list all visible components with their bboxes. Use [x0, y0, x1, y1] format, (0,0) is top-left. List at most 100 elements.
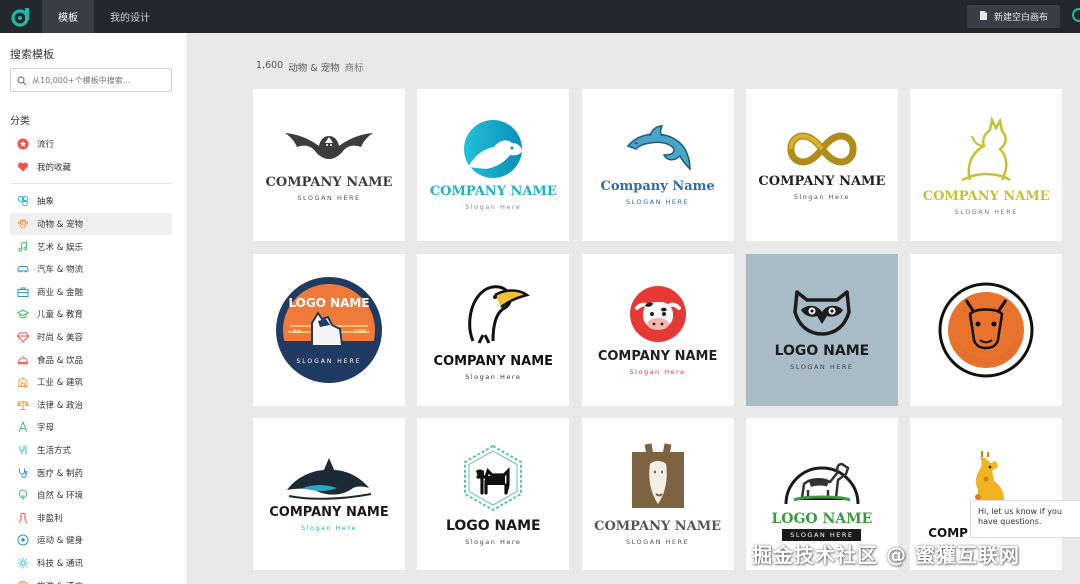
- stethoscope-icon: [16, 466, 29, 479]
- sidebar-item-sidebar-pinned-1[interactable]: 我的收藏: [10, 156, 172, 179]
- template-card[interactable]: COMPANY NAME SLOGAN HERE: [910, 89, 1063, 241]
- sidebar-item-label: 医疗 & 制药: [37, 468, 84, 479]
- scales-icon: [16, 398, 29, 411]
- card-slogan: Slogan Here: [465, 203, 522, 211]
- template-card[interactable]: COMPANY NAME SLOGAN HERE: [253, 89, 405, 241]
- sidebar-item-label: 时尚 & 美容: [37, 333, 84, 344]
- template-card[interactable]: COMPANY NAME: [910, 253, 1063, 406]
- sidebar-item-label: 儿童 & 教育: [37, 310, 84, 321]
- card-slogan: Slogan Here: [629, 367, 686, 376]
- sidebar-item-sidebar-categories-15[interactable]: 运动 & 健身: [10, 529, 172, 552]
- sidebar-item-label: 抽象: [37, 197, 55, 208]
- polar-bear-logo-art: [458, 119, 528, 179]
- template-card[interactable]: COMPANY NAME Slogan Here: [417, 89, 570, 241]
- template-card[interactable]: COMPANY NAME Slogan Here: [253, 418, 405, 570]
- template-card[interactable]: LOGO NAME SLOGAN HERE Est. 1990: [253, 253, 405, 406]
- lifestyle-icon: [16, 444, 29, 457]
- badge-est: Est.: [293, 329, 303, 335]
- sidebar-item-sidebar-categories-17[interactable]: 旅游 & 酒店: [10, 574, 172, 584]
- travel-icon: [16, 579, 29, 584]
- sidebar-item-sidebar-categories-14[interactable]: 非盈利: [10, 507, 172, 530]
- briefcase-icon: [16, 285, 29, 298]
- card-company-name: COMPANY NAME: [269, 505, 389, 520]
- bat-wolf-logo-art: [281, 128, 377, 170]
- tab-my-designs[interactable]: 我的设计: [94, 0, 166, 33]
- goat-logo-art: [780, 448, 864, 506]
- sidebar-item-sidebar-categories-1[interactable]: 动物 & 宠物: [10, 212, 172, 236]
- sidebar-item-sidebar-categories-7[interactable]: 食品 & 饮品: [10, 348, 172, 371]
- tree-icon: [16, 489, 29, 502]
- template-card[interactable]: LOGO NAME SLOGAN HERE: [745, 253, 898, 406]
- infinity-logo-art: [787, 129, 857, 169]
- sidebar-item-sidebar-categories-13[interactable]: 自然 & 环境: [10, 484, 172, 507]
- sidebar-item-sidebar-categories-0[interactable]: 抽象: [10, 190, 172, 213]
- card-company-name: COMPANY NAME: [597, 348, 718, 364]
- sidebar-item-sidebar-categories-3[interactable]: 汽车 & 物流: [10, 258, 172, 281]
- app-logo-icon[interactable]: [4, 0, 37, 33]
- card-company-name: COMPANY NAME: [758, 174, 886, 189]
- template-card[interactable]: COMPANY NAME Slogan Here: [581, 253, 734, 406]
- sidebar-item-sidebar-categories-4[interactable]: 商业 & 金融: [10, 281, 172, 304]
- card-slogan: Slogan Here: [465, 372, 522, 381]
- letter-a-icon: [16, 421, 29, 434]
- sidebar-divider: [10, 183, 172, 185]
- car-icon: [16, 263, 29, 276]
- card-company-name: COMPANY NAME: [922, 189, 1050, 204]
- card-company-name: LOGO NAME: [445, 517, 541, 534]
- sidebar-item-label: 旅游 & 酒店: [37, 580, 83, 584]
- sidebar-item-label: 自然 & 环境: [37, 491, 84, 502]
- graduation-cap-icon: [16, 308, 29, 321]
- card-slogan: SLOGAN HERE: [790, 363, 854, 371]
- sidebar-item-sidebar-categories-5[interactable]: 儿童 & 教育: [10, 303, 172, 326]
- template-card[interactable]: COMPANY NAME Slogan Here: [745, 89, 898, 241]
- tab-templates[interactable]: 模板: [42, 0, 94, 33]
- dolphin-logo-art: [622, 124, 694, 174]
- sidebar-item-sidebar-categories-8[interactable]: 工业 & 建筑: [10, 371, 172, 394]
- sidebar-item-sidebar-categories-12[interactable]: 医疗 & 制药: [10, 461, 172, 484]
- watermark: 掘金技术社区 @ 蜜獾互联网: [752, 543, 1020, 567]
- card-company-name: COMPANY NAME: [594, 519, 722, 534]
- card-company-name: COMPANY NAME: [433, 353, 554, 369]
- search-input[interactable]: [32, 75, 162, 85]
- template-card[interactable]: LOGO NAME Slogan Here: [417, 418, 570, 570]
- diamond-icon: [16, 331, 29, 344]
- result-subtype: 商标: [344, 63, 364, 74]
- sidebar-item-sidebar-categories-16[interactable]: 科技 & 通讯: [10, 552, 172, 575]
- card-company-name: LOGO NAME: [774, 343, 870, 359]
- cloche-icon: [16, 353, 29, 366]
- sidebar-item-label: 食品 & 饮品: [37, 355, 84, 366]
- sidebar-item-sidebar-categories-9[interactable]: 法律 & 政治: [10, 394, 172, 417]
- sidebar-item-sidebar-categories-11[interactable]: 生活方式: [10, 439, 172, 462]
- search-box[interactable]: [10, 68, 172, 92]
- badge-logo-name: LOGO NAME: [288, 296, 369, 310]
- card-company-name: COMPANY NAME: [265, 175, 393, 190]
- new-blank-canvas-label: 新建空白画布: [993, 13, 1048, 23]
- sidebar: 搜索模板 分类 流行我的收藏抽象动物 & 宠物艺术 & 娱乐汽车 & 物流商业 …: [0, 33, 188, 584]
- file-icon: [979, 10, 988, 24]
- chat-popup[interactable]: Hi, let us know if you have questions.: [970, 500, 1080, 538]
- sidebar-item-label: 商业 & 金融: [37, 287, 84, 298]
- template-card[interactable]: COMPANY NAME SLOGAN HERE: [581, 418, 734, 570]
- sidebar-item-sidebar-pinned-0[interactable]: 流行: [10, 133, 172, 156]
- gear-icon: [16, 556, 29, 569]
- user-avatar[interactable]: [1072, 8, 1080, 22]
- raccoon-logo-art: [787, 288, 857, 338]
- music-note-icon: [16, 240, 29, 253]
- result-count: 1,600: [256, 60, 284, 71]
- sidebar-item-sidebar-categories-10[interactable]: 字母: [10, 416, 172, 439]
- card-slogan: Slogan Here: [465, 537, 522, 546]
- sidebar-item-label: 法律 & 政治: [37, 400, 84, 411]
- card-slogan: SLOGAN HERE: [954, 208, 1018, 216]
- card-slogan: SLOGAN HERE: [626, 198, 690, 206]
- template-card[interactable]: COMPANY NAME Slogan Here: [417, 253, 570, 406]
- sidebar-item-label: 动物 & 宠物: [37, 220, 84, 231]
- abstract-icon: [16, 195, 29, 208]
- sidebar-item-label: 字母: [37, 423, 55, 434]
- template-card[interactable]: Company Name SLOGAN HERE: [581, 89, 734, 241]
- search-templates-title: 搜索模板: [10, 48, 54, 61]
- cow-logo-art: [623, 284, 693, 344]
- top-bar: 模板 我的设计 新建空白画布: [0, 0, 1080, 33]
- sidebar-item-sidebar-categories-2[interactable]: 艺术 & 娱乐: [10, 235, 172, 258]
- new-blank-canvas-button[interactable]: 新建空白画布: [966, 5, 1060, 28]
- sidebar-item-sidebar-categories-6[interactable]: 时尚 & 美容: [10, 326, 172, 349]
